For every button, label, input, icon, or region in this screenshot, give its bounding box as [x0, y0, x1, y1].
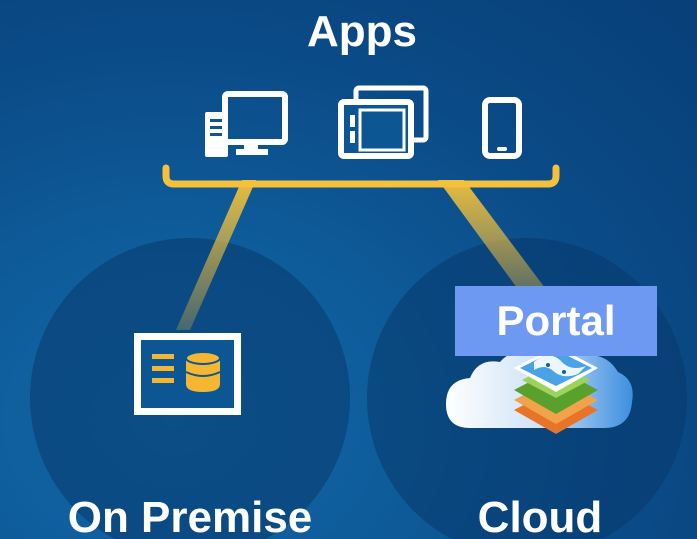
on-premise-label: On Premise: [67, 493, 313, 539]
apps-bracket: [162, 164, 560, 188]
cloud-label: Cloud: [477, 493, 603, 539]
portal-box: Portal: [455, 286, 657, 356]
portal-label: Portal: [496, 297, 616, 344]
desktop-computer-icon: [205, 91, 288, 157]
apps-title: Apps: [307, 7, 417, 56]
mobile-phone-icon: [482, 97, 522, 159]
server-database-icon: [134, 333, 241, 415]
diagram-artwork: [30, 85, 687, 539]
tablet-icon: [338, 85, 429, 159]
diagram-canvas: Apps Portal On Premise Cloud: [0, 0, 697, 539]
